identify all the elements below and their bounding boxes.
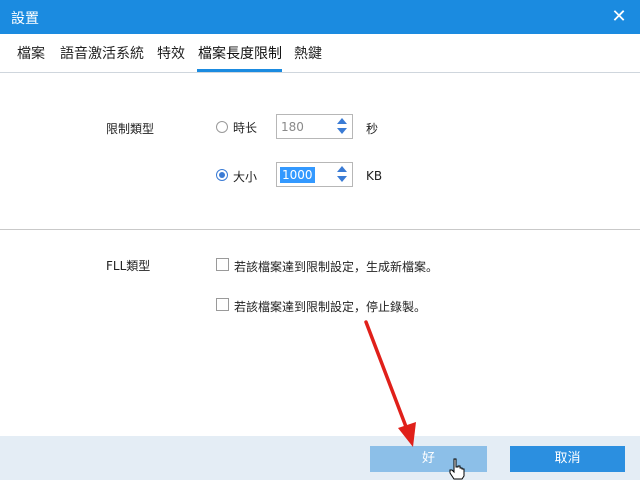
- duration-spin-arrows[interactable]: [335, 117, 349, 136]
- tab-voice-activation[interactable]: 語音激活系統: [60, 43, 144, 63]
- tab-effects[interactable]: 特效: [157, 43, 185, 63]
- stop-recording-checkbox[interactable]: [216, 298, 229, 311]
- hand-pointer-icon: [449, 458, 465, 480]
- ok-button[interactable]: 好: [370, 446, 487, 472]
- tab-files[interactable]: 檔案: [17, 43, 45, 63]
- new-file-label: 若該檔案達到限制設定，生成新檔案。: [234, 260, 439, 274]
- duration-spinbox[interactable]: [276, 114, 353, 139]
- stop-recording-label: 若該檔案達到限制設定，停止錄製。: [234, 300, 427, 314]
- tab-bar: 檔案 語音激活系統 特效 檔案長度限制 熱鍵: [0, 34, 640, 72]
- tab-hotkeys[interactable]: 熱鍵: [294, 43, 322, 63]
- size-spinbox[interactable]: 1000: [276, 162, 353, 187]
- triangle-up-icon[interactable]: [337, 118, 347, 124]
- size-radio[interactable]: [216, 169, 228, 181]
- close-icon[interactable]: ✕: [608, 6, 630, 28]
- triangle-up-icon[interactable]: [337, 166, 347, 172]
- tab-separator: [0, 72, 640, 73]
- section-divider: [0, 229, 640, 230]
- new-file-checkbox[interactable]: [216, 258, 229, 271]
- size-spin-arrows[interactable]: [335, 165, 349, 184]
- window-title: 設置: [11, 11, 39, 27]
- limit-type-label: 限制類型: [106, 122, 155, 136]
- size-input[interactable]: 1000: [280, 167, 315, 183]
- duration-label: 時长: [233, 121, 258, 135]
- size-label: 大小: [233, 170, 258, 184]
- cancel-button[interactable]: 取消: [510, 446, 625, 472]
- triangle-down-icon[interactable]: [337, 128, 347, 134]
- tab-file-length-limit[interactable]: 檔案長度限制: [198, 43, 282, 63]
- duration-input[interactable]: [280, 118, 328, 135]
- fll-type-label: FLL類型: [106, 259, 151, 273]
- duration-unit: 秒: [366, 122, 379, 136]
- duration-radio[interactable]: [216, 121, 228, 133]
- size-unit: KB: [366, 169, 383, 183]
- title-bar: 設置 ✕: [0, 0, 640, 34]
- triangle-down-icon[interactable]: [337, 176, 347, 182]
